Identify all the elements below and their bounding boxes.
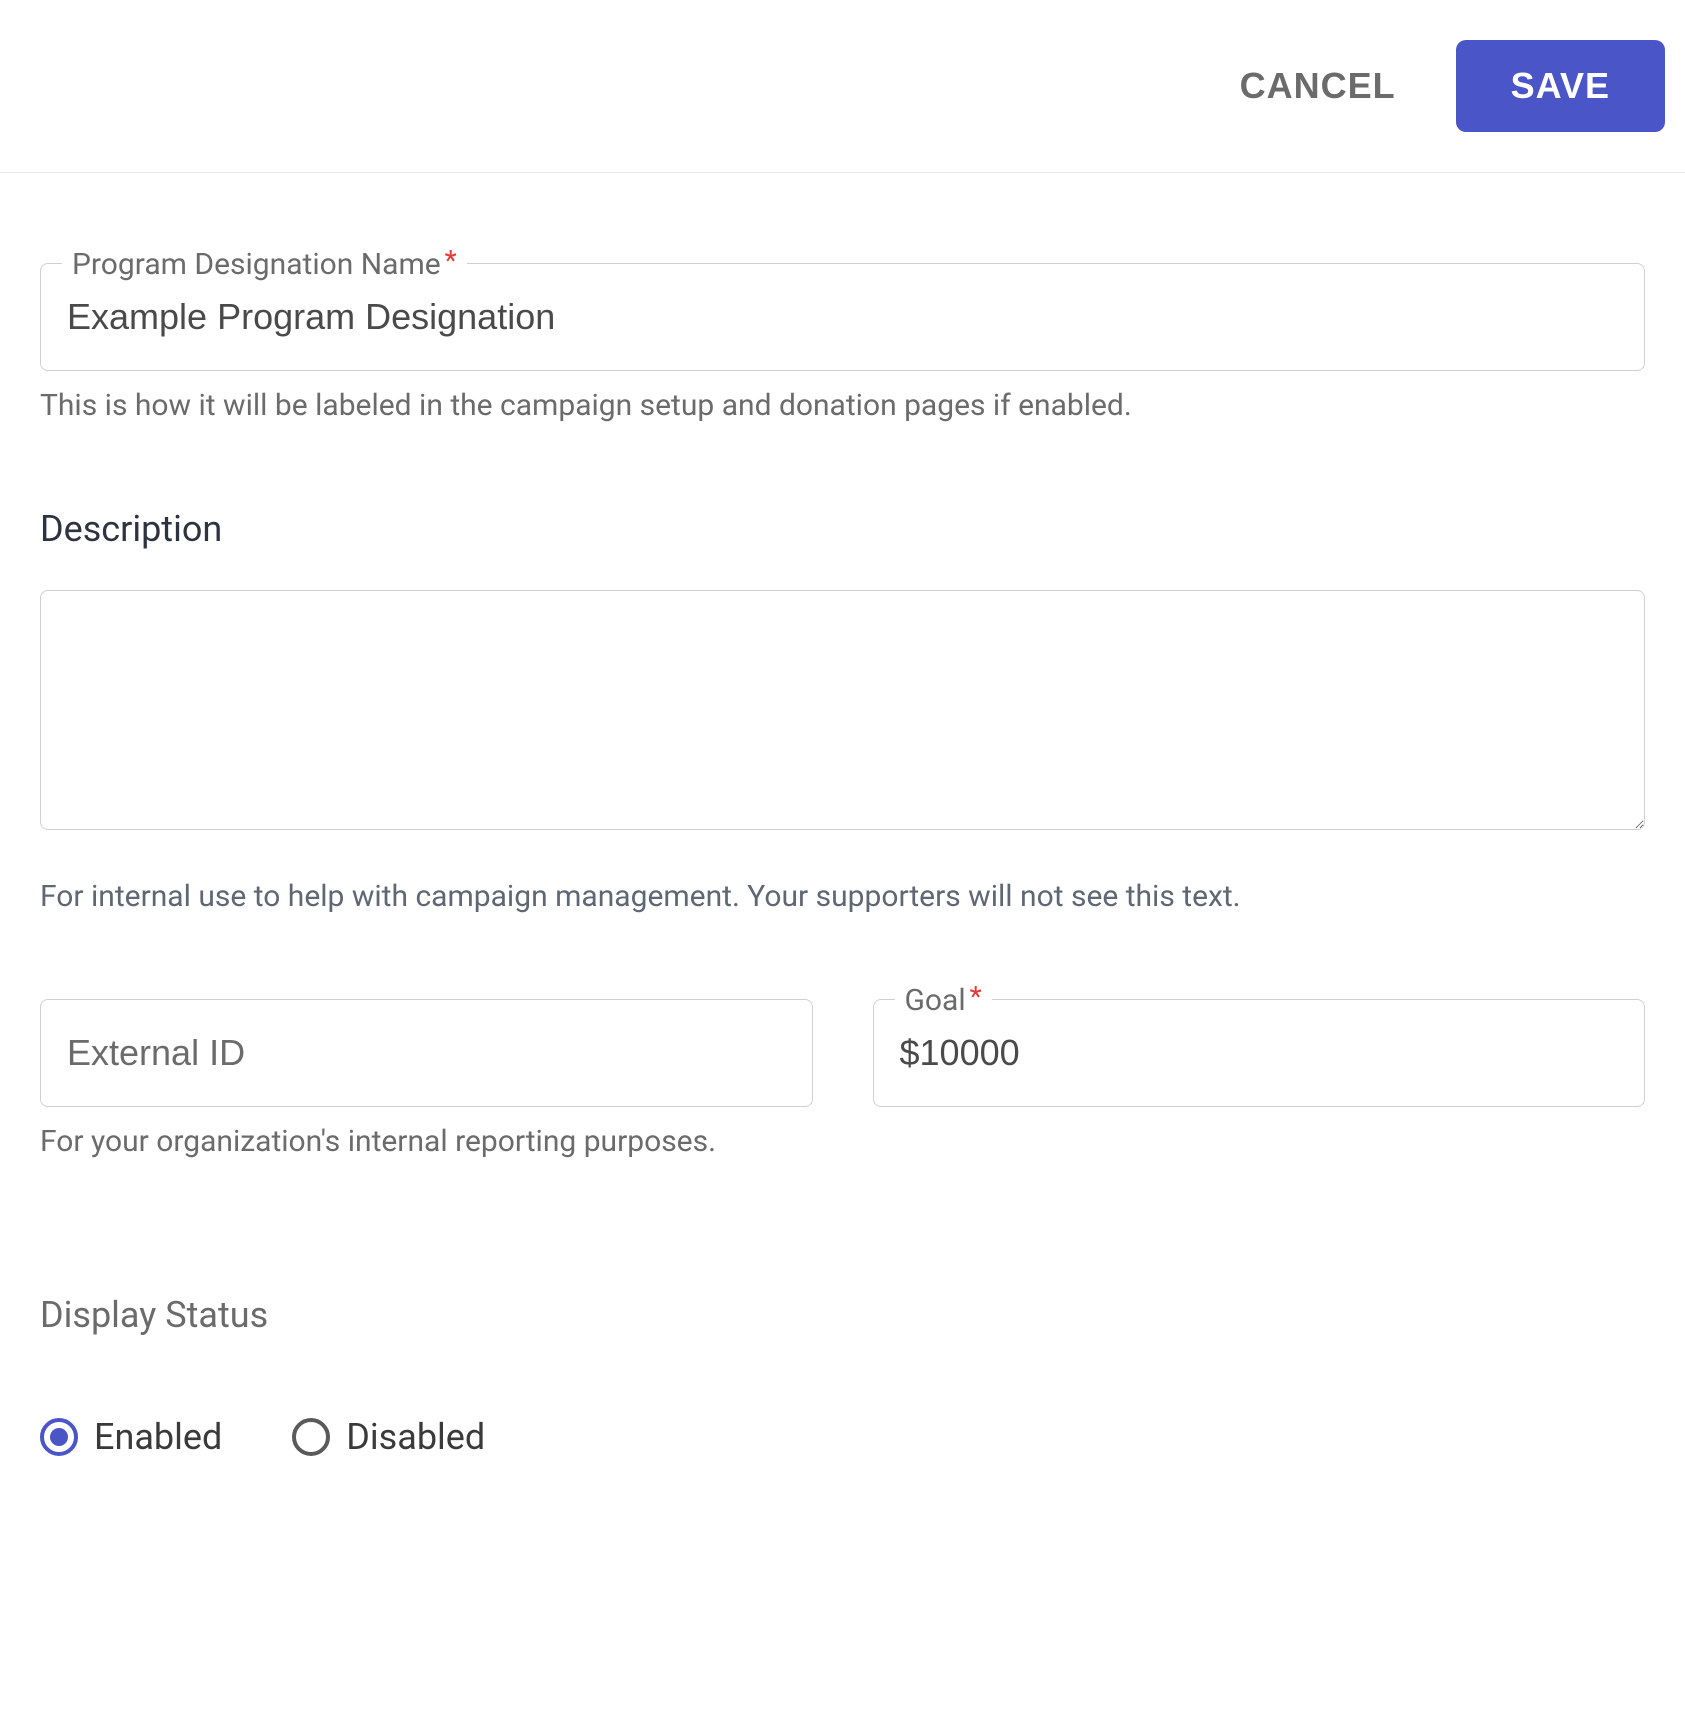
- description-label: Description: [40, 508, 1645, 550]
- form-body: Program Designation Name * This is how i…: [0, 173, 1685, 1498]
- goal-column: Goal *: [873, 999, 1646, 1164]
- external-id-helper: For your organization's internal reporti…: [40, 1119, 813, 1164]
- save-button[interactable]: SAVE: [1456, 40, 1665, 132]
- radio-disabled[interactable]: Disabled: [292, 1416, 485, 1458]
- program-name-helper: This is how it will be labeled in the ca…: [40, 383, 1645, 428]
- display-status-label: Display Status: [40, 1294, 1645, 1336]
- goal-field-wrap: Goal *: [873, 999, 1646, 1107]
- description-textarea[interactable]: [40, 590, 1645, 830]
- radio-enabled-label: Enabled: [94, 1416, 222, 1458]
- program-name-label-text: Program Designation Name: [72, 247, 441, 282]
- display-status-radio-group: Enabled Disabled: [40, 1416, 1645, 1458]
- required-star-icon: *: [970, 980, 982, 1013]
- radio-disabled-label: Disabled: [346, 1416, 485, 1458]
- program-name-field-wrap: Program Designation Name *: [40, 263, 1645, 371]
- cancel-button[interactable]: CANCEL: [1220, 55, 1416, 117]
- two-column-row: For your organization's internal reporti…: [40, 999, 1645, 1164]
- radio-circle-selected-icon: [40, 1418, 78, 1456]
- goal-label: Goal *: [895, 983, 992, 1018]
- external-id-field-wrap: [40, 999, 813, 1107]
- program-name-label: Program Designation Name *: [62, 247, 467, 282]
- description-helper: For internal use to help with campaign m…: [40, 874, 1645, 919]
- external-id-input[interactable]: [40, 999, 813, 1107]
- required-star-icon: *: [445, 244, 457, 277]
- radio-circle-unselected-icon: [292, 1418, 330, 1456]
- radio-dot-icon: [50, 1428, 68, 1446]
- form-header: CANCEL SAVE: [0, 0, 1685, 173]
- radio-enabled[interactable]: Enabled: [40, 1416, 222, 1458]
- goal-label-text: Goal: [905, 983, 966, 1018]
- external-id-column: For your organization's internal reporti…: [40, 999, 813, 1164]
